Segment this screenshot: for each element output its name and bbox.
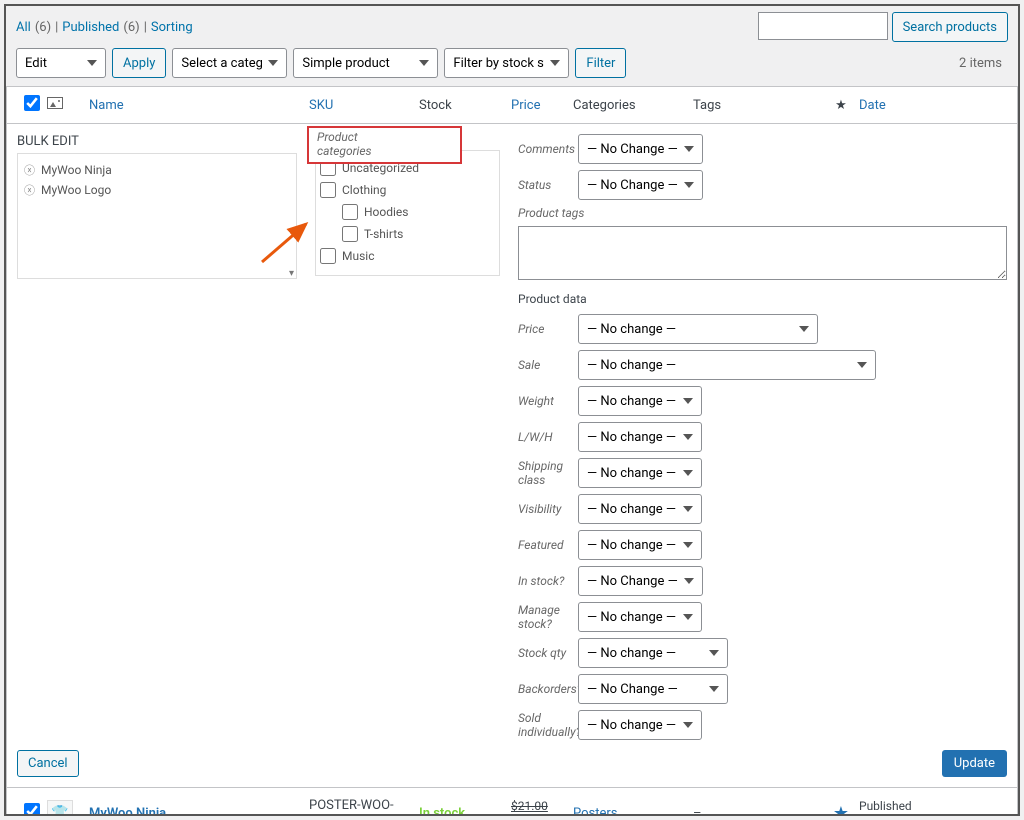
cat-hoodies[interactable] [342,204,358,220]
col-categories: Categories [573,98,693,113]
sku-cell: POSTER-WOO-NINJA [309,798,419,816]
update-button[interactable]: Update [942,750,1007,777]
col-date[interactable]: Date [859,98,949,113]
bulk-edit-title: BULK EDIT [17,134,297,149]
featured-star-icon[interactable]: ★ [833,803,849,817]
date-cell: Published2020/01/27 [859,799,949,816]
in-stock-select[interactable]: — No Change — [578,566,703,596]
bulk-action-select[interactable]: Edit [16,48,106,78]
product-tags-textarea[interactable] [518,226,1007,280]
product-categories-label: Product categories [307,126,462,164]
stock-cell: In stock [419,806,511,817]
col-stock: Stock [419,98,511,113]
shipping-class-select[interactable]: — No change — [578,458,702,488]
comments-label: Comments [518,142,578,156]
tags-cell: – [693,806,823,817]
row-checkbox[interactable] [24,803,40,816]
stock-status-filter[interactable]: Filter by stock status [444,48,569,78]
search-input[interactable] [758,12,888,40]
select-all-checkbox[interactable] [24,95,40,111]
search-button[interactable]: Search products [892,12,1008,42]
col-name[interactable]: Name [79,98,309,113]
sold-individually-select[interactable]: — No change — [578,710,702,740]
cat-clothing[interactable] [320,182,336,198]
comments-select[interactable]: — No Change — [578,134,703,164]
price-cell: $21.00$20.00 [511,799,573,816]
remove-item-icon[interactable]: ⓧ [24,162,35,178]
cat-tshirts[interactable] [342,226,358,242]
count-all: (6) [35,20,51,35]
featured-icon: ★ [835,98,847,113]
col-tags: Tags [693,98,823,113]
count-published: (6) [123,20,139,35]
product-name-link[interactable]: MyWoo Ninja [89,806,166,817]
table-row: 👕 MyWoo Ninja POSTER-WOO-NINJA In stock … [6,788,1018,816]
price-select[interactable]: — No change — [578,314,818,344]
tags-label: Product tags [518,206,598,220]
categories-checklist[interactable]: Uncategorized Clothing Hoodies T-shirts … [315,150,500,276]
col-sku[interactable]: SKU [309,98,419,113]
status-label: Status [518,178,578,192]
image-icon [47,97,63,109]
bulk-edit-panel: BULK EDIT ⓧMyWoo Ninja ⓧMyWoo Logo ▾ Pro… [6,124,1018,788]
category-filter[interactable]: Select a category [172,48,287,78]
cancel-button[interactable]: Cancel [17,750,79,777]
product-thumbnail[interactable]: 👕 [47,800,73,816]
remove-item-icon[interactable]: ⓧ [24,182,35,198]
backorders-select[interactable]: — No Change — [578,674,728,704]
weight-select[interactable]: — No change — [578,386,702,416]
col-price[interactable]: Price [511,98,573,113]
resize-handle-icon[interactable]: ▾ [289,268,294,279]
visibility-select[interactable]: — No change — [578,494,702,524]
filter-button[interactable]: Filter [575,48,626,78]
cat-music[interactable] [320,248,336,264]
filter-links: All(6) | Published(6) | Sorting [16,20,193,35]
product-type-filter[interactable]: Simple product [293,48,438,78]
items-count-top: 2 items [959,56,1008,71]
stock-qty-select[interactable]: — No change — [578,638,728,668]
lwh-select[interactable]: — No change — [578,422,702,452]
product-data-label: Product data [518,292,1007,306]
sale-select[interactable]: — No change — [578,350,876,380]
featured-select[interactable]: — No change — [578,530,702,560]
status-select[interactable]: — No Change — [578,170,703,200]
link-sorting[interactable]: Sorting [151,20,193,35]
link-published[interactable]: Published [62,20,119,35]
category-link[interactable]: Posters [573,806,618,817]
apply-button[interactable]: Apply [112,48,166,78]
link-all[interactable]: All [16,20,31,35]
bulk-items-list: ⓧMyWoo Ninja ⓧMyWoo Logo ▾ [17,153,297,279]
manage-stock-select[interactable]: — No change — [578,602,702,632]
table-header: Name SKU Stock Price Categories Tags ★ D… [6,86,1018,124]
